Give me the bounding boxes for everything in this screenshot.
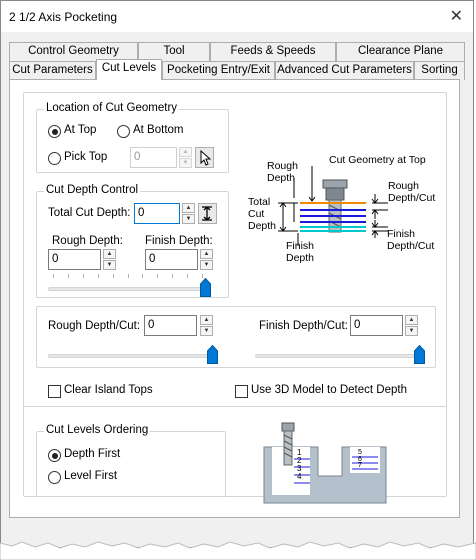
finish-depth-cut-label: Finish Depth/Cut:: [259, 320, 348, 332]
depth-slider-thumb[interactable]: [200, 277, 211, 297]
total-cut-depth-label: Total Cut Depth:: [48, 207, 131, 219]
dialog-window: 2 1/2 Axis Pocketing ✕ Control Geometry …: [0, 0, 474, 548]
tab-sorting[interactable]: Sorting: [414, 61, 465, 80]
level-5: 5: [358, 449, 362, 456]
rough-depth-cut-slider-track: [48, 354, 218, 358]
diagram-rough-depth-cut-label: Rough Depth/Cut: [388, 180, 436, 204]
at-bottom-label: At Bottom: [133, 124, 184, 136]
pick-top-label: Pick Top: [64, 151, 108, 163]
tab-cut-parameters[interactable]: Cut Parameters: [9, 61, 96, 80]
clear-island-tops-label: Clear Island Tops: [64, 384, 153, 396]
cursor-arrow-icon: [200, 149, 212, 166]
depth-per-cut-group: Rough Depth/Cut: 0 ▲ ▼ Finish Depth/Cut: …: [36, 306, 436, 368]
pick-top-spinner[interactable]: ▲ ▼: [179, 147, 192, 168]
level-first-radio[interactable]: [48, 471, 61, 484]
location-group: Location of Cut Geometry At Top At Botto…: [36, 102, 229, 173]
at-top-label: At Top: [64, 124, 97, 136]
use-3d-model-checkbox[interactable]: [235, 385, 248, 398]
level-7: 7: [358, 462, 362, 469]
level-4: 4: [297, 472, 302, 481]
title-bar: 2 1/2 Axis Pocketing ✕: [1, 1, 473, 32]
depth-extent-icon: [202, 206, 212, 221]
finish-depth-cut-field[interactable]: 0: [350, 315, 403, 336]
at-top-radio[interactable]: [48, 125, 61, 138]
location-legend: Location of Cut Geometry: [44, 102, 180, 114]
depth-first-radio[interactable]: [48, 449, 61, 462]
at-bottom-radio[interactable]: [117, 125, 130, 138]
total-depth-button[interactable]: [198, 203, 217, 224]
tab-cut-levels[interactable]: Cut Levels: [96, 59, 162, 80]
ordering-diagram-graphic: [263, 422, 387, 504]
diagram-total-cut-depth-label: Total Cut Depth: [248, 196, 277, 232]
cut-depth-control-group: Cut Depth Control Total Cut Depth: 0 ▲ ▼ …: [36, 184, 229, 298]
rough-depth-cut-label: Rough Depth/Cut:: [48, 320, 141, 332]
rough-depth-cut-spinner[interactable]: ▲ ▼: [200, 315, 213, 336]
cut-geometry-diagram: Rough Depth Cut Geometry at Top Total Cu…: [238, 150, 448, 275]
diagram-finish-depth-label: Finish Depth: [286, 240, 315, 264]
level-first-label: Level First: [64, 470, 118, 482]
diagram-finish-depth-cut-label: Finish Depth/Cut: [387, 228, 435, 252]
tab-advanced-cut-parameters[interactable]: Advanced Cut Parameters: [275, 61, 414, 80]
torn-edge: [0, 541, 476, 560]
cut-depth-legend: Cut Depth Control: [44, 184, 141, 196]
close-icon[interactable]: ✕: [450, 6, 463, 26]
tab-clearance-plane[interactable]: Clearance Plane: [336, 42, 465, 61]
ordering-legend: Cut Levels Ordering: [44, 424, 151, 436]
pick-top-radio[interactable]: [48, 152, 61, 165]
tab-pocketing-entry-exit[interactable]: Pocketing Entry/Exit: [162, 61, 275, 80]
depth-first-label: Depth First: [64, 448, 121, 460]
finish-depth-cut-slider-track: [255, 354, 425, 358]
finish-depth-label: Finish Depth:: [145, 235, 213, 247]
rough-depth-cut-slider-thumb[interactable]: [207, 344, 218, 364]
total-cut-depth-field[interactable]: 0: [134, 203, 180, 224]
depth-slider-track: [48, 287, 207, 291]
window-title: 2 1/2 Axis Pocketing: [9, 10, 118, 24]
finish-depth-cut-spinner[interactable]: ▲ ▼: [405, 315, 418, 336]
clear-island-tops-checkbox[interactable]: [48, 385, 61, 398]
depth-slider-ticks: [53, 274, 203, 278]
diagram-rough-depth-label: Rough Depth: [267, 160, 298, 184]
cut-levels-panel: Location of Cut Geometry At Top At Botto…: [9, 79, 460, 518]
pick-top-button[interactable]: [195, 147, 214, 168]
finish-depth-field[interactable]: 0: [145, 249, 198, 270]
finish-depth-spinner[interactable]: ▲ ▼: [200, 249, 213, 270]
rough-depth-cut-field[interactable]: 0: [144, 315, 197, 336]
tab-feeds-speeds[interactable]: Feeds & Speeds: [210, 42, 336, 61]
diagram-cut-geometry-top-label: Cut Geometry at Top: [329, 154, 426, 166]
pick-top-field[interactable]: 0: [130, 147, 177, 168]
ordering-diagram: 1 2 3 4 5 6 7: [254, 421, 394, 506]
rough-depth-field[interactable]: 0: [48, 249, 101, 270]
divider: [23, 406, 447, 407]
total-cut-depth-spinner[interactable]: ▲ ▼: [182, 203, 195, 224]
rough-depth-label: Rough Depth:: [52, 235, 123, 247]
use-3d-model-label: Use 3D Model to Detect Depth: [251, 384, 407, 396]
rough-depth-spinner[interactable]: ▲ ▼: [103, 249, 116, 270]
finish-depth-cut-slider-thumb[interactable]: [414, 344, 425, 364]
ordering-group: Cut Levels Ordering Depth First Level Fi…: [36, 424, 226, 497]
